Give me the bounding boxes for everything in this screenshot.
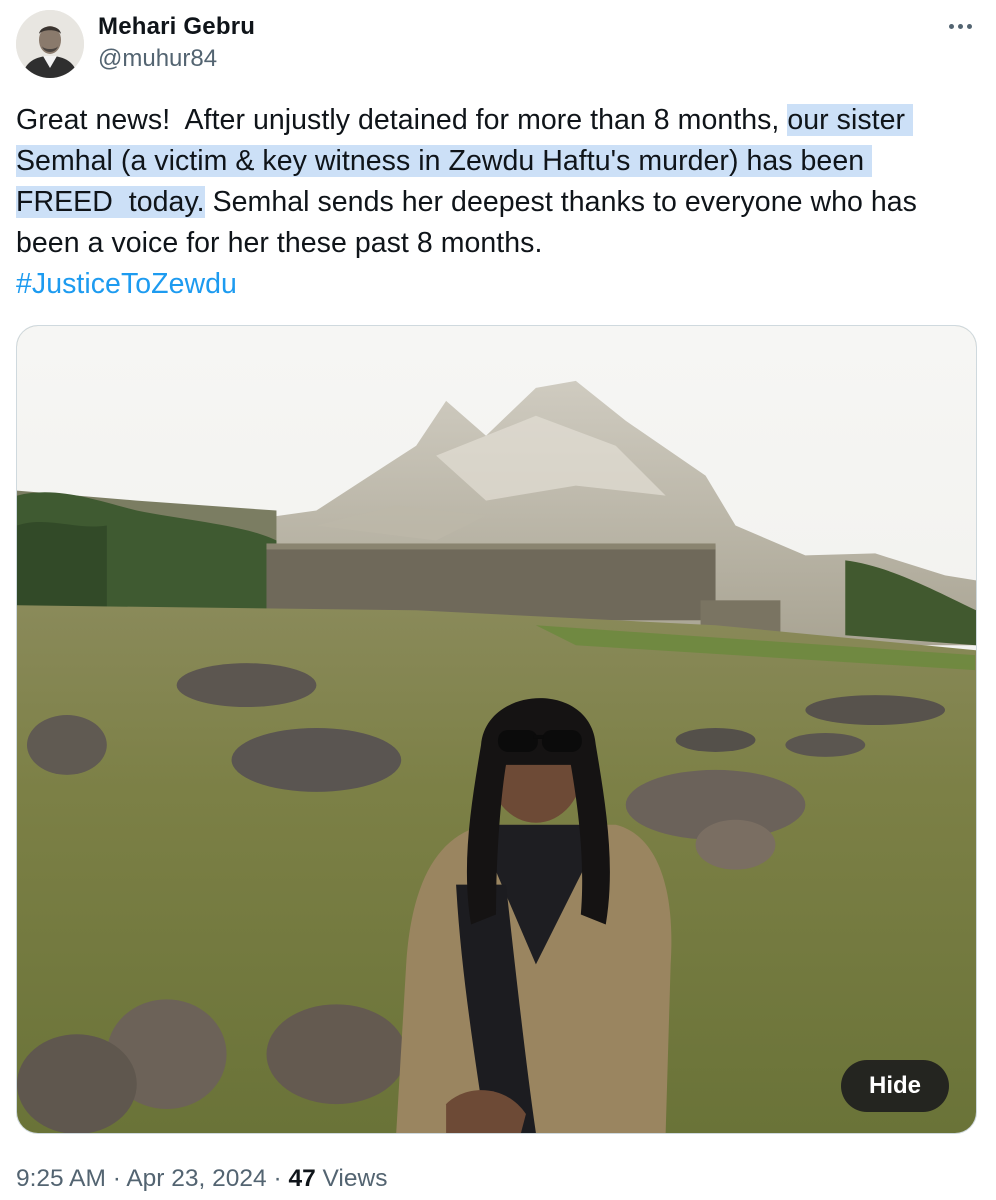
text-plain: Great news! After unjustly detained for … [16,104,788,136]
meta-separator: · [273,1165,282,1192]
text-plain: been a voice for her these past 8 months… [16,227,543,259]
text-selection: Semhal (a victim & key witness in Zewdu … [16,145,873,177]
text-selection: our sister [787,104,914,136]
tweet-date[interactable]: Apr 23, 2024 [126,1165,266,1192]
author-info: Mehari Gebru @muhur84 [98,12,255,75]
photo-landscape-woman [17,326,976,1133]
more-dot [966,23,972,29]
tweet-text: Great news! After unjustly detained for … [16,100,976,305]
tweet-text-line: FREED today. Semhal sends her deepest th… [16,182,976,223]
author-display-name[interactable]: Mehari Gebru [98,12,255,42]
more-dot [957,23,963,29]
author-handle[interactable]: @muhur84 [98,43,255,75]
tweet-text-line: been a voice for her these past 8 months… [16,223,976,264]
hashtag-link[interactable]: #JusticeToZewdu [16,264,976,305]
text-selection: FREED today. [16,186,205,218]
views-count: 47 [288,1165,316,1192]
text-rest: Semhal sends her deepest thanks to every… [204,186,917,218]
more-options-button[interactable] [942,12,978,40]
tweet: Mehari Gebru @muhur84 Great news! After … [0,0,996,1200]
views-label: Views [322,1165,388,1192]
tweet-time[interactable]: 9:25 AM [16,1165,106,1192]
tweet-text-line: Semhal (a victim & key witness in Zewdu … [16,141,976,182]
hide-media-button[interactable]: Hide [841,1060,949,1112]
tweet-meta: 9:25 AM · Apr 23, 2024 · 47 Views [16,1163,387,1195]
author-avatar[interactable] [16,10,84,78]
more-horizontal-icon [948,23,954,29]
tweet-text-line: Great news! After unjustly detained for … [16,100,976,141]
avatar-portrait-icon [16,10,84,78]
tweet-photo[interactable]: Hide [16,325,977,1134]
meta-separator: · [112,1165,121,1192]
